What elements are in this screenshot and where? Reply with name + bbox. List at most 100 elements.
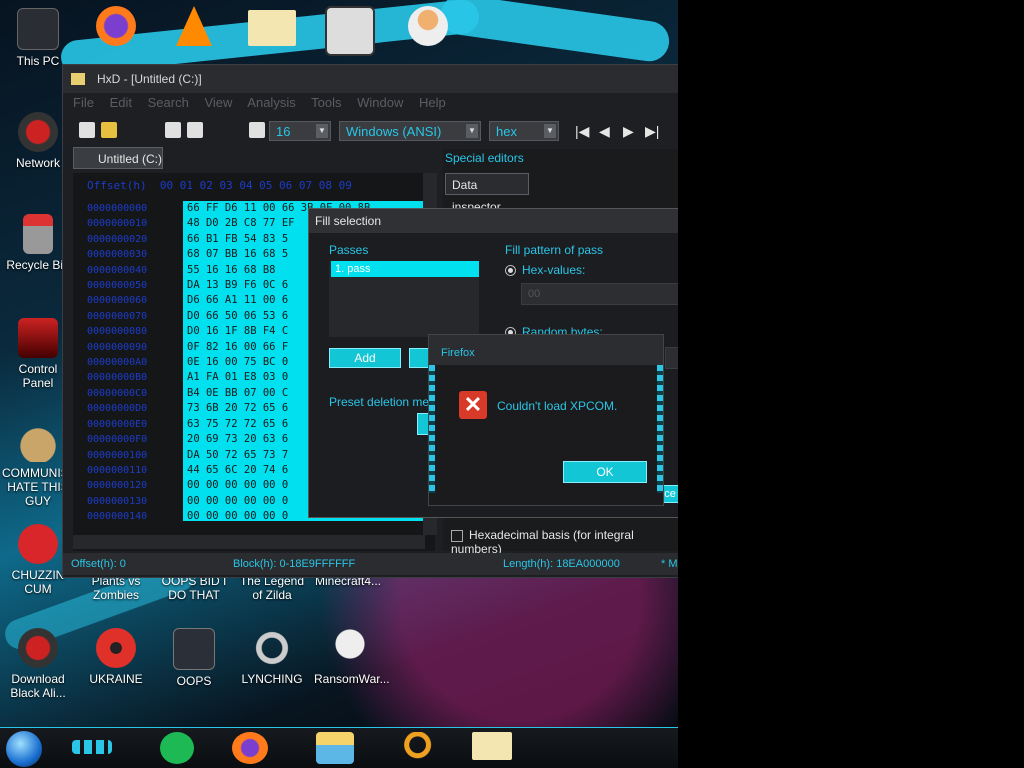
vlc-icon [176, 6, 212, 46]
hex-values-radio[interactable]: Hex-values: [505, 263, 585, 277]
disk-icon[interactable] [187, 122, 203, 138]
firefox-dialog-title: Firefox [429, 335, 663, 365]
bytes-per-row-icon [249, 122, 265, 138]
chevron-down-icon: ▼ [544, 124, 556, 138]
hex-basis-checkbox[interactable]: Hexadecimal basis (for integral numbers) [451, 528, 678, 556]
noose-icon [252, 628, 292, 668]
desktop-icon-zilda[interactable]: The Legend of Zilda [236, 574, 308, 602]
network-icon [18, 112, 58, 152]
passes-list[interactable]: 1. pass [329, 261, 479, 337]
tab-untitled[interactable]: Untitled (C:) [73, 147, 163, 169]
offset-cell: 0000000130 [87, 495, 148, 507]
chevron-down-icon: ▼ [466, 124, 478, 138]
radio-button[interactable] [505, 265, 516, 277]
desktop-icon-download[interactable]: Download Black Ali... [2, 628, 74, 700]
desktop-icon-oops-bid[interactable]: OOPS BID I DO THAT [158, 574, 230, 602]
pass-item[interactable]: 1. pass [331, 261, 479, 277]
previous-sector-icon[interactable]: ◀ [599, 123, 610, 140]
desktop-icon-label: Plants vs Zombies [91, 574, 141, 602]
offset-cell: 00000000E0 [87, 418, 148, 430]
offset-cell: 0000000070 [87, 310, 148, 322]
control-panel-icon [18, 318, 58, 358]
offset-cell: 0000000020 [87, 233, 148, 245]
bytes-per-row-select[interactable]: 16 ▼ [269, 121, 331, 141]
hxd-icon[interactable] [472, 732, 512, 760]
file-explorer-icon[interactable] [316, 732, 354, 764]
hxd-titlebar[interactable]: HxD - [Untitled (C:)] [63, 65, 678, 93]
hxd-title: HxD - [Untitled (C:)] [97, 72, 202, 86]
desktop: This PC Network Recycle Bin Control Pane… [0, 0, 678, 768]
doctor-icon [408, 6, 448, 46]
firefox-error-dialog[interactable]: Firefox ✕ Couldn't load XPCOM. OK [428, 334, 664, 506]
ok-button[interactable]: OK [563, 461, 647, 483]
firefox-icon[interactable] [232, 732, 268, 764]
desktop-icon-vlc[interactable] [158, 6, 230, 50]
menu-window[interactable]: Window [357, 95, 403, 110]
menu-view[interactable]: View [204, 95, 232, 110]
first-sector-icon[interactable]: |◀ [575, 123, 589, 140]
pc-icon [17, 8, 59, 50]
menu-help[interactable]: Help [419, 95, 446, 110]
offset-cell: 0000000100 [87, 449, 148, 461]
hxd-icon [248, 10, 296, 46]
search-icon[interactable] [396, 732, 432, 764]
add-button[interactable]: Add [329, 348, 401, 368]
spotify-icon[interactable] [160, 732, 194, 764]
fill-dialog-title: Fill selection [309, 209, 678, 233]
horizontal-scrollbar[interactable] [73, 535, 425, 549]
oops-icon [173, 628, 215, 670]
offset-cell: 0000000040 [87, 264, 148, 276]
hex-values-input[interactable]: 00 [521, 283, 678, 305]
desktop-icon-hxd[interactable] [236, 10, 308, 50]
hex-basis-label: Hexadecimal basis (for integral numbers) [451, 528, 634, 556]
offset-cell: 0000000080 [87, 326, 148, 338]
ram-icon[interactable] [165, 122, 181, 138]
frame-decoration [657, 365, 663, 493]
desktop-icon-oops[interactable]: OOPS [158, 628, 230, 688]
open-folder-icon[interactable] [101, 122, 117, 138]
desktop-icon-ransomware[interactable]: RansomWar... [314, 628, 390, 686]
offset-base-select[interactable]: hex ▼ [489, 121, 559, 141]
checkbox-box[interactable] [451, 529, 463, 542]
menu-edit[interactable]: Edit [110, 95, 132, 110]
hex-values-label: Hex-values: [522, 263, 586, 277]
offset-cell: 00000000B0 [87, 372, 148, 384]
menu-analysis[interactable]: Analysis [247, 95, 295, 110]
random-bytes-input[interactable] [665, 347, 678, 369]
desktop-icon-firefox[interactable] [80, 6, 152, 50]
status-offset: Offset(h): 0 [71, 558, 126, 570]
offset-cell: 0000000050 [87, 280, 148, 292]
error-message: Couldn't load XPCOM. [497, 399, 618, 413]
passes-label: Passes [329, 243, 369, 257]
menubar: File Edit Search View Analysis Tools Win… [73, 95, 458, 117]
offset-cell: 00000000F0 [87, 434, 148, 446]
tab-data-inspector[interactable]: Data inspector [445, 173, 529, 214]
desktop-icon-this-pc[interactable]: This PC [2, 8, 74, 68]
desktop-icon-plants[interactable]: Plants vs Zombies [80, 574, 152, 602]
offset-cell: 0000000140 [87, 511, 148, 523]
status-length: Length(h): 18EA000000 [503, 558, 620, 570]
last-sector-icon[interactable]: ▶| [645, 123, 659, 140]
desktop-icon-doctor[interactable] [392, 6, 464, 50]
new-file-icon[interactable] [79, 122, 95, 138]
desktop-icon-maze[interactable] [314, 6, 386, 60]
desktop-icon-label: OOPS BID I DO THAT [161, 574, 227, 602]
menu-tools[interactable]: Tools [311, 95, 341, 110]
start-orb-icon[interactable] [6, 731, 42, 767]
maze-icon [325, 6, 375, 56]
error-icon: ✕ [459, 391, 487, 419]
toolbar: 16 ▼ Windows (ANSI) ▼ hex ▼ |◀ ◀ ▶ ▶| [73, 119, 678, 143]
offset-base-value: hex [496, 124, 517, 139]
desktop-icon-lynching[interactable]: LYNCHING [236, 628, 308, 686]
offset-cell: 0000000090 [87, 341, 148, 353]
desktop-icon-ukraine[interactable]: UKRAINE [80, 628, 152, 686]
offset-cell: 0000000110 [87, 464, 148, 476]
next-sector-icon[interactable]: ▶ [623, 123, 634, 140]
desktop-icon-label: OOPS [176, 674, 212, 688]
taskbar-dots-icon [72, 740, 112, 754]
taskbar [0, 727, 678, 768]
desktop-icon-label: UKRAINE [89, 672, 143, 686]
menu-file[interactable]: File [73, 95, 94, 110]
menu-search[interactable]: Search [148, 95, 189, 110]
charset-select[interactable]: Windows (ANSI) ▼ [339, 121, 481, 141]
